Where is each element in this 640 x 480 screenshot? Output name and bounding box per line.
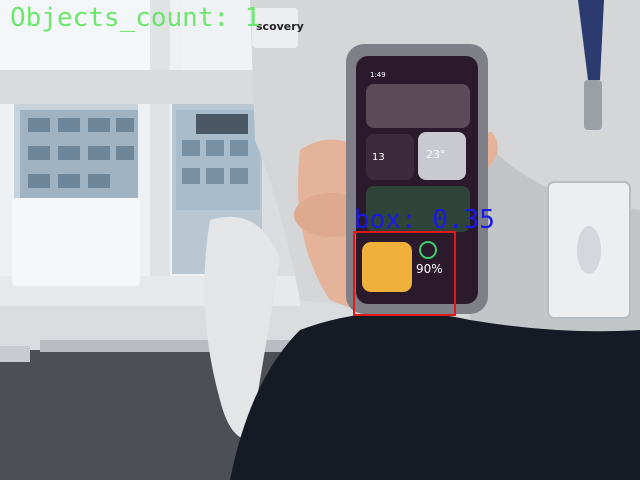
photo-scene: scovery 1:49 13 23° 90%	[0, 0, 640, 480]
white-appliance	[12, 198, 140, 286]
phone-time: 1:49	[370, 71, 386, 79]
screen-widget-top	[366, 84, 470, 128]
window-rail	[0, 70, 262, 104]
shirt-logo-text: scovery	[256, 20, 304, 33]
detection-bounding-box	[353, 231, 456, 316]
detection-label: box: 0.35	[354, 205, 495, 235]
badge-holder-slot	[577, 226, 601, 274]
window-mullion	[150, 0, 170, 300]
lanyard-clip	[584, 80, 602, 130]
building-sign	[196, 114, 248, 134]
objects-count-overlay: Objects_count: 1	[10, 3, 261, 33]
power-strip	[0, 346, 30, 362]
calendar-day: 13	[372, 152, 385, 163]
weather-temperature: 23°	[426, 148, 446, 161]
